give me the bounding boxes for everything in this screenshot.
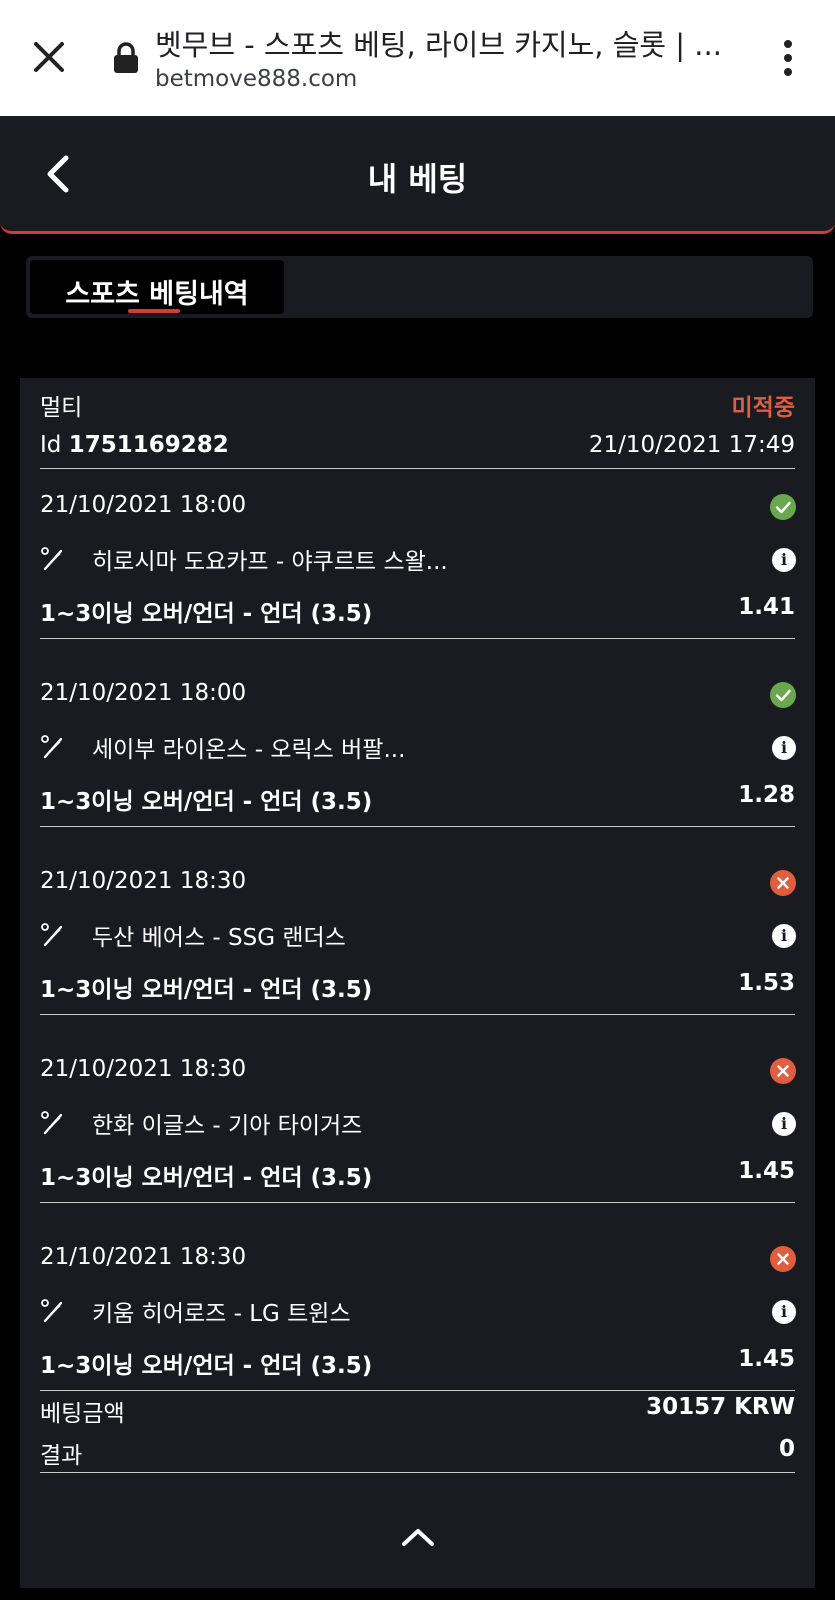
selection-date: 21/10/2021 18:30 bbox=[40, 868, 247, 894]
close-icon[interactable] bbox=[28, 36, 70, 78]
divider bbox=[40, 468, 795, 469]
selection-odds: 1.45 bbox=[738, 1158, 795, 1184]
more-vert-icon[interactable] bbox=[776, 38, 800, 78]
divider bbox=[40, 1390, 795, 1391]
selection-market: 1~3이닝 오버/언더 - 언더 (3.5) bbox=[40, 1165, 373, 1191]
baseball-icon bbox=[41, 735, 63, 759]
app-header: 내 베팅 bbox=[0, 116, 835, 234]
bet-card: 멀티 미적중 Id 1751169282 21/10/2021 17:49 21… bbox=[20, 378, 815, 1588]
page-title: 내 베팅 bbox=[367, 160, 468, 198]
selection-odds: 1.53 bbox=[738, 970, 795, 996]
check-circle-icon bbox=[770, 682, 796, 708]
selection-date: 21/10/2021 18:00 bbox=[40, 492, 247, 518]
baseball-icon bbox=[41, 1111, 63, 1135]
info-icon[interactable]: i bbox=[772, 736, 796, 760]
bet-status: 미적중 bbox=[731, 395, 795, 421]
selection-match: 키움 히어로즈 - LG 트윈스 bbox=[92, 1301, 351, 1327]
baseball-icon bbox=[41, 547, 63, 571]
selection-match: 세이부 라이온스 - 오릭스 버팔... bbox=[92, 737, 406, 763]
divider bbox=[40, 1014, 795, 1015]
selection-row: 21/10/2021 18:30 키움 히어로즈 - LG 트윈스 i 1~3이닝 오… bbox=[20, 1226, 815, 1414]
selection-market: 1~3이닝 오버/언더 - 언더 (3.5) bbox=[40, 1353, 373, 1379]
bet-id: 1751169282 bbox=[68, 432, 229, 458]
bet-type: 멀티 bbox=[40, 395, 83, 421]
bet-placed-time: 21/10/2021 17:49 bbox=[588, 432, 795, 458]
tab-sports-bet-history[interactable]: 스포츠 베팅내역 bbox=[30, 260, 284, 314]
selection-match: 두산 베어스 - SSG 랜더스 bbox=[92, 925, 346, 951]
tab-label: 스포츠 베팅내역 bbox=[65, 279, 249, 310]
selection-date: 21/10/2021 18:00 bbox=[40, 680, 247, 706]
cross-circle-icon bbox=[770, 870, 796, 896]
selection-match: 한화 이글스 - 기아 타이거즈 bbox=[92, 1113, 363, 1139]
cross-circle-icon bbox=[770, 1246, 796, 1272]
tab-bar: 스포츠 베팅내역 bbox=[26, 256, 813, 318]
baseball-icon bbox=[41, 923, 63, 947]
info-icon[interactable]: i bbox=[772, 1112, 796, 1136]
lock-icon bbox=[114, 42, 138, 73]
selection-row: 21/10/2021 18:00 히로시마 도요카프 - 야쿠르트 스왈... i 1… bbox=[20, 474, 815, 662]
selection-date: 21/10/2021 18:30 bbox=[40, 1056, 247, 1082]
info-icon[interactable]: i bbox=[772, 548, 796, 572]
selection-odds: 1.28 bbox=[738, 782, 795, 808]
active-tab-indicator bbox=[128, 309, 180, 313]
result-label: 결과 bbox=[40, 1443, 83, 1469]
browser-toolbar: 벳무브 - 스포츠 베팅, 라이브 카지노, 슬롯 | ... betmove8… bbox=[0, 0, 835, 116]
cross-circle-icon bbox=[770, 1058, 796, 1084]
selection-date: 21/10/2021 18:30 bbox=[40, 1244, 247, 1270]
divider bbox=[40, 638, 795, 639]
stake-label: 베팅금액 bbox=[40, 1401, 125, 1427]
selection-row: 21/10/2021 18:00 세이부 라이온스 - 오릭스 버팔... i 1~3… bbox=[20, 662, 815, 850]
stake-value: 30157 KRW bbox=[646, 1394, 795, 1420]
selection-match: 히로시마 도요카프 - 야쿠르트 스왈... bbox=[92, 549, 448, 575]
bet-id-label: Id bbox=[40, 432, 62, 458]
baseball-icon bbox=[41, 1299, 63, 1323]
divider bbox=[40, 826, 795, 827]
info-icon[interactable]: i bbox=[772, 924, 796, 948]
selection-market: 1~3이닝 오버/언더 - 언더 (3.5) bbox=[40, 977, 373, 1003]
selection-market: 1~3이닝 오버/언더 - 언더 (3.5) bbox=[40, 601, 373, 627]
check-circle-icon bbox=[770, 494, 796, 520]
browser-url[interactable]: betmove888.com bbox=[155, 66, 357, 92]
divider bbox=[40, 1472, 795, 1473]
selection-row: 21/10/2021 18:30 한화 이글스 - 기아 타이거즈 i 1~3이닝 오… bbox=[20, 1038, 815, 1226]
selection-odds: 1.45 bbox=[738, 1346, 795, 1372]
chevron-up-icon[interactable] bbox=[400, 1526, 436, 1548]
selection-row: 21/10/2021 18:30 두산 베어스 - SSG 랜더스 i 1~3이닝 오… bbox=[20, 850, 815, 1038]
result-value: 0 bbox=[778, 1436, 795, 1462]
selection-market: 1~3이닝 오버/언더 - 언더 (3.5) bbox=[40, 789, 373, 815]
browser-page-title: 벳무브 - 스포츠 베팅, 라이브 카지노, 슬롯 | ... bbox=[155, 28, 722, 62]
divider bbox=[40, 1202, 795, 1203]
info-icon[interactable]: i bbox=[772, 1300, 796, 1324]
selection-odds: 1.41 bbox=[738, 594, 795, 620]
